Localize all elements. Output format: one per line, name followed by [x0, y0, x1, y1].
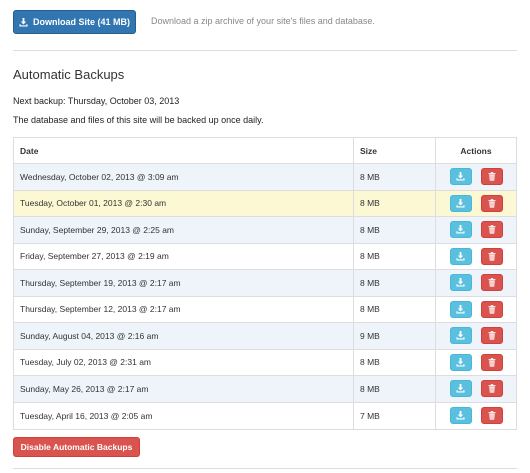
delete-backup-button[interactable]: [480, 221, 503, 239]
backup-date: Sunday, September 29, 2013 @ 2:25 am: [14, 217, 354, 243]
table-row: Wednesday, October 02, 2013 @ 3:09 am 8 M…: [14, 164, 516, 191]
trash-icon: [488, 304, 496, 314]
section-divider: [13, 50, 517, 51]
backup-date: Wednesday, October 02, 2013 @ 3:09 am: [14, 164, 354, 190]
section-title: Automatic Backups: [13, 67, 125, 82]
delete-backup-button[interactable]: [480, 327, 503, 345]
table-row: Friday, September 27, 2013 @ 2:19 am 8 MB: [14, 243, 516, 270]
backup-actions: [436, 323, 516, 349]
download-backup-button[interactable]: [449, 247, 472, 265]
download-backup-button[interactable]: [449, 274, 472, 292]
table-body: Wednesday, October 02, 2013 @ 3:09 am 8 M…: [14, 164, 516, 429]
backup-size: 8 MB: [354, 243, 436, 269]
backup-size: 8 MB: [354, 349, 436, 375]
table-row: Sunday, August 04, 2013 @ 2:16 am 9 MB: [14, 323, 516, 350]
backup-actions: [436, 191, 516, 217]
backup-size: 8 MB: [354, 296, 436, 322]
delete-backup-button[interactable]: [480, 407, 503, 425]
download-icon: [19, 17, 28, 27]
backup-actions: [436, 244, 516, 270]
trash-icon: [488, 278, 496, 287]
download-icon: [456, 331, 465, 340]
download-backup-button[interactable]: [449, 194, 472, 212]
download-backup-button[interactable]: [449, 300, 472, 318]
delete-backup-button[interactable]: [480, 194, 503, 212]
table-row: Tuesday, July 02, 2013 @ 2:31 am 8 MB: [14, 349, 516, 376]
backup-date: Sunday, August 04, 2013 @ 2:16 am: [14, 323, 354, 349]
column-header-actions: Actions: [460, 145, 492, 156]
next-backup-text: Next backup: Thursday, October 03, 2013: [13, 96, 180, 106]
download-backup-button[interactable]: [449, 168, 472, 186]
download-icon: [456, 357, 465, 367]
download-site-button[interactable]: Download Site (41 MB): [13, 10, 136, 34]
table-row: Tuesday, October 01, 2013 @ 2:30 am 8 MB: [14, 190, 516, 217]
backup-date: Tuesday, April 16, 2013 @ 2:05 am: [14, 402, 354, 429]
trash-icon: [488, 251, 496, 261]
backup-date: Sunday, May 26, 2013 @ 2:17 am: [14, 376, 354, 402]
backup-size: 9 MB: [354, 323, 436, 349]
column-header-size: Size: [354, 138, 436, 163]
download-icon: [456, 251, 465, 261]
backup-size: 8 MB: [354, 376, 436, 402]
download-backup-button[interactable]: [449, 380, 472, 398]
download-icon: [456, 198, 465, 208]
backup-actions: [436, 376, 516, 402]
delete-backup-button[interactable]: [480, 274, 503, 292]
trash-icon: [488, 411, 496, 420]
backup-size: 8 MB: [354, 164, 436, 190]
trash-icon: [488, 357, 496, 367]
download-backup-button[interactable]: [449, 353, 472, 371]
trash-icon: [488, 331, 496, 340]
download-icon: [456, 225, 465, 234]
download-icon: [456, 411, 465, 420]
delete-backup-button[interactable]: [480, 300, 503, 318]
backup-size: 7 MB: [354, 402, 436, 429]
trash-icon: [488, 172, 496, 181]
column-header-date: Date: [14, 138, 354, 163]
download-site-label: Download Site (41 MB): [32, 17, 130, 27]
download-backup-button[interactable]: [449, 327, 472, 345]
download-icon: [456, 278, 465, 287]
table-row: Thursday, September 19, 2013 @ 2:17 am 8 …: [14, 270, 516, 297]
backup-actions: [436, 217, 516, 243]
table-row: Sunday, May 26, 2013 @ 2:17 am 8 MB: [14, 376, 516, 403]
backup-size: 8 MB: [354, 270, 436, 296]
backup-actions: [436, 350, 516, 376]
table-header: Date Size Actions: [14, 138, 516, 164]
trash-icon: [488, 384, 496, 393]
delete-backup-button[interactable]: [480, 353, 503, 371]
download-backup-button[interactable]: [449, 407, 472, 425]
backup-actions: [436, 270, 516, 296]
backup-actions: [436, 164, 516, 190]
table-row: Tuesday, April 16, 2013 @ 2:05 am 7 MB: [14, 402, 516, 430]
download-icon: [456, 172, 465, 181]
bottom-divider: [13, 468, 517, 469]
trash-icon: [488, 225, 496, 234]
download-description: Download a zip archive of your site's fi…: [151, 16, 375, 26]
backup-size: 8 MB: [354, 190, 436, 216]
delete-backup-button[interactable]: [480, 168, 503, 186]
delete-backup-button[interactable]: [480, 247, 503, 265]
trash-icon: [488, 198, 496, 208]
schedule-description: The database and files of this site will…: [13, 115, 264, 125]
backup-date: Thursday, September 19, 2013 @ 2:17 am: [14, 270, 354, 296]
download-icon: [456, 304, 465, 314]
backup-date: Friday, September 27, 2013 @ 2:19 am: [14, 243, 354, 269]
download-backup-button[interactable]: [449, 221, 472, 239]
backups-table: Date Size Actions Wednesday, October 02,…: [13, 137, 517, 430]
table-row: Sunday, September 29, 2013 @ 2:25 am 8 MB: [14, 217, 516, 244]
disable-automatic-backups-button[interactable]: Disable Automatic Backups: [13, 437, 140, 457]
backup-date: Thursday, September 12, 2013 @ 2:17 am: [14, 296, 354, 322]
table-row: Thursday, September 12, 2013 @ 2:17 am 8 …: [14, 296, 516, 323]
backup-actions: [436, 297, 516, 323]
download-icon: [456, 384, 465, 393]
backup-date: Tuesday, October 01, 2013 @ 2:30 am: [14, 190, 354, 216]
delete-backup-button[interactable]: [480, 380, 503, 398]
backup-date: Tuesday, July 02, 2013 @ 2:31 am: [14, 349, 354, 375]
backup-actions: [436, 403, 516, 430]
backup-size: 8 MB: [354, 217, 436, 243]
download-row: Download Site (41 MB) Download a zip arc…: [13, 10, 517, 34]
